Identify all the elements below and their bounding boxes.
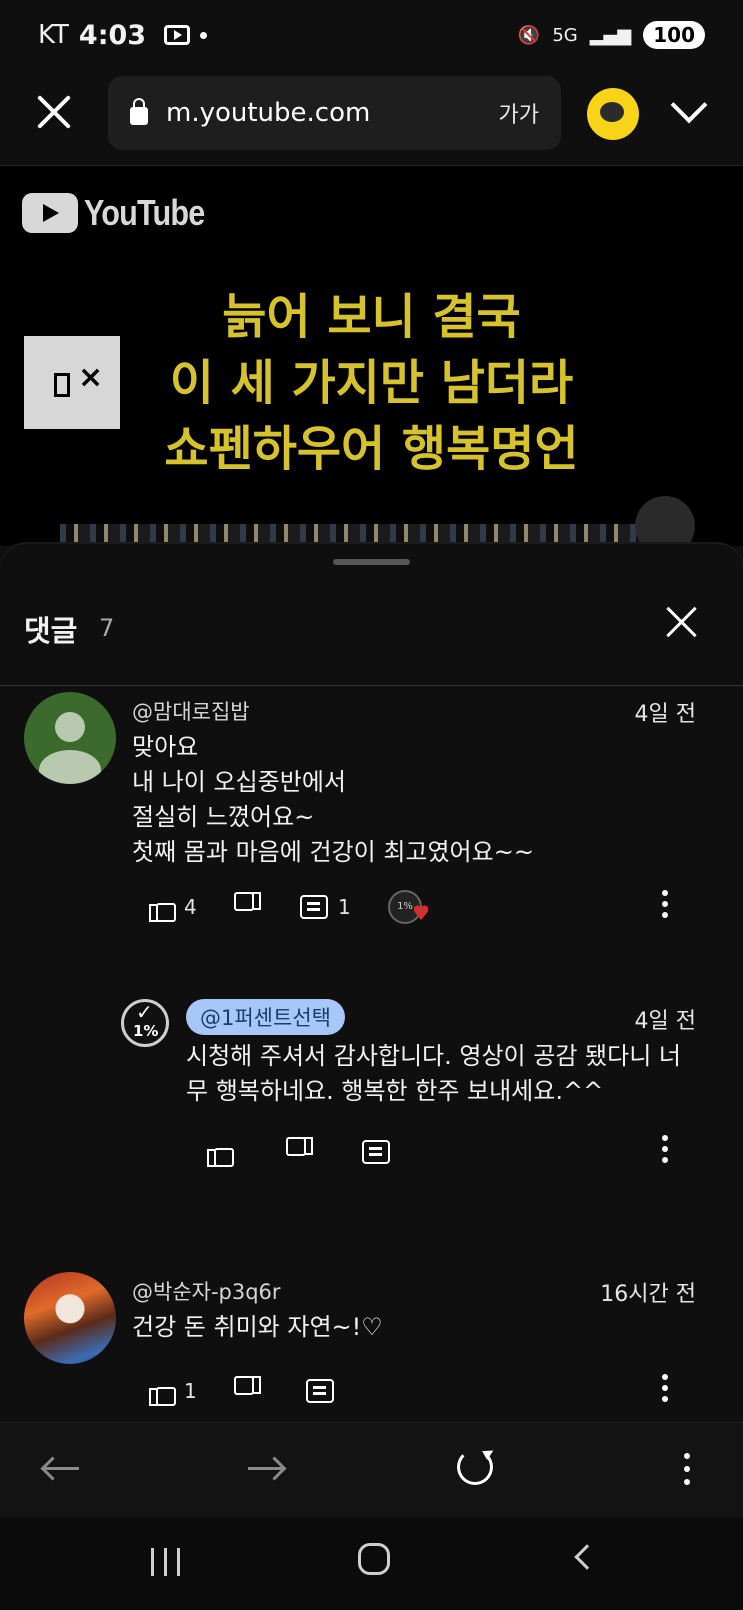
avatar[interactable] bbox=[24, 692, 116, 784]
video-player[interactable]: YouTube 늙어 보니 결국 이 세 가지만 남더라 쇼펜하우어 행복명언 bbox=[0, 166, 743, 546]
font-size-button[interactable]: 가가 bbox=[499, 97, 539, 129]
comment-actions: 1 bbox=[148, 1374, 708, 1414]
thumbs-down-icon bbox=[236, 894, 262, 920]
reply-item: 1% @1퍼센트선택 4일 전 시청해 주셔서 감사합니다. 영상이 공감 됐다… bbox=[0, 999, 743, 1199]
kakaotalk-share-icon[interactable] bbox=[587, 88, 639, 140]
chevron-down-icon[interactable] bbox=[670, 92, 704, 126]
thumbs-down-icon bbox=[236, 1378, 262, 1404]
more-options-icon[interactable] bbox=[661, 1135, 669, 1169]
clock: 4:03 bbox=[78, 19, 147, 51]
comments-title: 댓글 bbox=[24, 614, 78, 648]
address-bar[interactable]: m.youtube.com 가가 bbox=[108, 76, 561, 150]
comment-item: @박순자-p3q6r 16시간 전 건강 돈 취미와 자연~!♡ 1 bbox=[0, 1272, 743, 1422]
reply-icon bbox=[306, 1379, 334, 1403]
dislike-button[interactable] bbox=[236, 890, 262, 924]
comment-actions: 4 1 1% bbox=[148, 890, 708, 930]
youtube-wordmark: YouTube bbox=[84, 192, 205, 233]
dislike-button[interactable] bbox=[288, 1135, 314, 1169]
comments-count: 7 bbox=[99, 614, 115, 642]
like-button[interactable]: 4 bbox=[148, 890, 197, 924]
like-button[interactable]: 1 bbox=[148, 1374, 197, 1408]
status-bar: KT 4:03 🔇 5G ▂▄▆ 100 bbox=[0, 0, 743, 70]
system-back-icon[interactable] bbox=[574, 1544, 600, 1570]
network-label: 5G bbox=[552, 24, 578, 46]
unmute-button[interactable] bbox=[24, 336, 120, 429]
back-arrow-icon[interactable] bbox=[43, 1467, 79, 1470]
youtube-logo: YouTube bbox=[22, 192, 226, 234]
reply-button[interactable] bbox=[362, 1135, 390, 1169]
avatar-badge-text: 1% bbox=[133, 1022, 159, 1040]
thumbs-up-icon bbox=[148, 894, 176, 922]
channel-avatar[interactable]: 1% bbox=[121, 999, 169, 1047]
close-tab-icon[interactable] bbox=[34, 92, 74, 132]
lock-icon bbox=[130, 98, 148, 125]
comment-author[interactable]: @맘대로집밥 bbox=[132, 696, 250, 726]
dislike-button[interactable] bbox=[236, 1374, 262, 1408]
url-text: m.youtube.com bbox=[166, 98, 371, 128]
reply-icon bbox=[362, 1140, 390, 1164]
browser-bottom-toolbar bbox=[0, 1422, 743, 1518]
home-icon[interactable] bbox=[358, 1543, 390, 1575]
comment-text: 맞아요 내 나이 오십중반에서 절실히 느꼈어요~ 첫째 몸과 마음에 건강이 … bbox=[132, 733, 534, 866]
creator-author-pill[interactable]: @1퍼센트선택 bbox=[186, 999, 345, 1035]
comment-actions bbox=[206, 1135, 706, 1175]
reply-button[interactable]: 1 bbox=[300, 890, 351, 924]
comments-header: 댓글 7 bbox=[0, 586, 743, 686]
thumbs-down-icon bbox=[288, 1139, 314, 1165]
comment-author[interactable]: @박순자-p3q6r bbox=[132, 1276, 281, 1306]
creator-heart-badge: 1% bbox=[388, 890, 430, 928]
youtube-notification-icon bbox=[164, 25, 191, 45]
browser-menu-icon[interactable] bbox=[683, 1453, 691, 1492]
comment-time: 4일 전 bbox=[634, 702, 696, 727]
comments-sheet: 댓글 7 @맘대로집밥 4일 전 맞아요 내 나이 오십중반에서 절실히 느꼈어… bbox=[0, 544, 743, 1420]
comment-item: @맘대로집밥 4일 전 맞아요 내 나이 오십중반에서 절실히 느꼈어요~ 첫째… bbox=[0, 692, 743, 928]
carrier-label: KT bbox=[38, 20, 69, 50]
comment-text: 건강 돈 취미와 자연~!♡ bbox=[132, 1313, 383, 1341]
reply-icon bbox=[300, 895, 328, 919]
like-count: 1 bbox=[184, 1379, 197, 1403]
browser-toolbar: m.youtube.com 가가 bbox=[0, 70, 743, 166]
comment-time: 4일 전 bbox=[634, 1009, 696, 1034]
thumbs-up-icon bbox=[206, 1139, 234, 1167]
avatar[interactable] bbox=[24, 1272, 116, 1364]
signal-icon: ▂▄▆ bbox=[589, 24, 632, 46]
reply-count: 1 bbox=[338, 895, 351, 919]
drag-handle[interactable] bbox=[333, 559, 410, 565]
play-logo-icon bbox=[22, 193, 78, 233]
comment-time: 16시간 전 bbox=[600, 1282, 696, 1307]
forward-arrow-icon[interactable] bbox=[248, 1467, 284, 1470]
mute-status-icon: 🔇 bbox=[517, 24, 541, 46]
video-like-icon[interactable] bbox=[635, 496, 695, 546]
more-options-icon[interactable] bbox=[661, 890, 669, 924]
recent-apps-icon[interactable] bbox=[151, 1548, 181, 1576]
like-button[interactable] bbox=[206, 1135, 234, 1169]
refresh-icon[interactable] bbox=[457, 1449, 493, 1485]
comment-text: 시청해 주셔서 감사합니다. 영상이 공감 됐다니 너 무 행복하네요. 행복한… bbox=[186, 1042, 682, 1105]
notification-dot-icon bbox=[200, 31, 208, 39]
creator-heart-icon: 1% bbox=[388, 890, 430, 928]
system-navigation-bar bbox=[0, 1518, 743, 1610]
like-count: 4 bbox=[184, 895, 197, 919]
video-thumbnail-strip bbox=[60, 524, 690, 546]
thumbs-up-icon bbox=[148, 1378, 176, 1406]
reply-button[interactable] bbox=[306, 1374, 334, 1408]
battery-indicator: 100 bbox=[643, 21, 705, 49]
close-comments-icon[interactable] bbox=[664, 604, 700, 640]
more-options-icon[interactable] bbox=[661, 1374, 669, 1408]
